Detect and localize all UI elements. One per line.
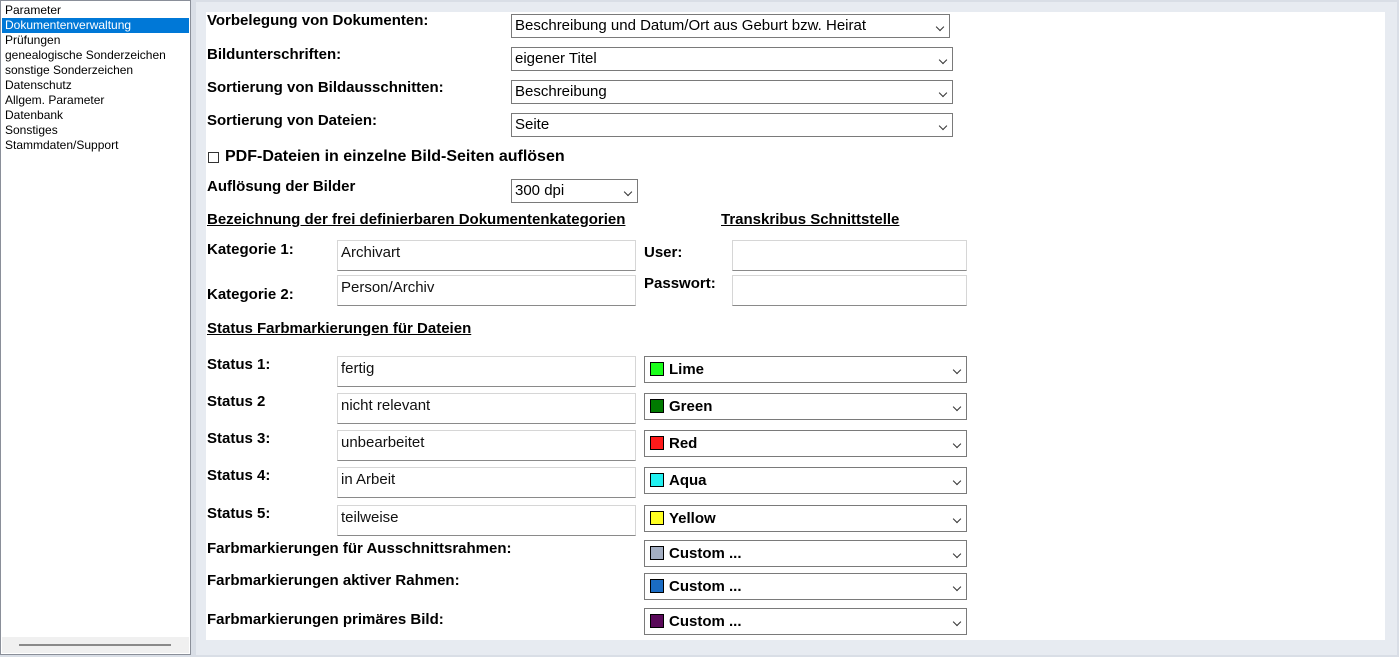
status3-input[interactable]: unbearbeitet (337, 430, 636, 461)
color-swatch (650, 546, 664, 560)
primaeres-bild-color-name: Custom ... (669, 613, 742, 630)
chevron-down-icon (952, 476, 962, 486)
user-input[interactable] (732, 240, 967, 271)
status1-input[interactable]: fertig (337, 356, 636, 387)
pdf-label: PDF-Dateien in einzelne Bild-Seiten aufl… (225, 148, 565, 165)
aktiver-rahmen-color-select[interactable]: Custom ... (644, 573, 967, 600)
sidebar-item-parameter[interactable]: Parameter (2, 3, 189, 18)
sidebar-item-dokumentenverwaltung[interactable]: Dokumentenverwaltung (2, 18, 189, 33)
status4-color-name: Aqua (669, 472, 707, 489)
status3-label: Status 3: (207, 430, 271, 447)
status2-color-select[interactable]: Green (644, 393, 967, 420)
passwort-label: Passwort: (644, 275, 716, 292)
bildunterschriften-value: eigener Titel (515, 50, 597, 67)
chevron-down-icon (938, 55, 948, 65)
status4-color-select[interactable]: Aqua (644, 467, 967, 494)
chevron-down-icon (952, 617, 962, 627)
passwort-input[interactable] (732, 275, 967, 306)
status1-color-name: Lime (669, 361, 705, 378)
color-swatch (650, 362, 664, 376)
status-heading: Status Farbmarkierungen für Dateien (207, 320, 472, 337)
kategorie2-label: Kategorie 2: (207, 286, 294, 303)
status5-label: Status 5: (207, 505, 271, 522)
color-swatch (650, 473, 664, 487)
status1-color-select[interactable]: Lime (644, 356, 967, 383)
aktiver-rahmen-color-name: Custom ... (669, 578, 742, 595)
kategorie1-label: Kategorie 1: (207, 241, 294, 258)
color-swatch (650, 579, 664, 593)
color-swatch (650, 399, 664, 413)
kategorie1-input[interactable]: Archivart (337, 240, 636, 271)
status2-input[interactable]: nicht relevant (337, 393, 636, 424)
scrollbar-thumb[interactable] (19, 644, 171, 646)
sidebar-item-sonstige-sonderzeichen[interactable]: sonstige Sonderzeichen (2, 63, 189, 78)
status5-color-name: Yellow (669, 510, 716, 527)
sort-dateien-value: Seite (515, 116, 550, 133)
sort-ausschnitte-label: Sortierung von Bildausschnitten: (207, 79, 444, 96)
status4-input[interactable]: in Arbeit (337, 467, 636, 498)
aktiver-rahmen-label: Farbmarkierungen aktiver Rahmen: (207, 572, 460, 589)
ausschnittsrahmen-label: Farbmarkierungen für Ausschnittsrahmen: (207, 540, 512, 557)
chevron-down-icon (952, 439, 962, 449)
chevron-down-icon (935, 22, 945, 32)
horizontal-scrollbar[interactable] (2, 637, 189, 653)
chevron-down-icon (623, 187, 633, 197)
ausschnittsrahmen-color-select[interactable]: Custom ... (644, 540, 967, 567)
vorbelegung-value: Beschreibung und Datum/Ort aus Geburt bz… (515, 17, 867, 34)
primaeres-bild-color-select[interactable]: Custom ... (644, 608, 967, 635)
bildunterschriften-label: Bildunterschriften: (207, 46, 342, 63)
color-swatch (650, 511, 664, 525)
color-swatch (650, 436, 664, 450)
status2-label: Status 2 (207, 393, 266, 410)
status3-color-name: Red (669, 435, 698, 452)
dokumentenverwaltung-panel: Vorbelegung von Dokumenten: Beschreibung… (206, 12, 1385, 640)
vorbelegung-label: Vorbelegung von Dokumenten: (207, 12, 429, 29)
sort-dateien-label: Sortierung von Dateien: (207, 112, 378, 129)
pdf-checkbox[interactable] (208, 152, 219, 163)
chevron-down-icon (952, 402, 962, 412)
sidebar-nav: Parameter Dokumentenverwaltung Prüfungen… (2, 3, 189, 153)
kategorie2-input[interactable]: Person/Archiv (337, 275, 636, 306)
sidebar-item-genealogische-sonderzeichen[interactable]: genealogische Sonderzeichen (2, 48, 189, 63)
status4-label: Status 4: (207, 467, 271, 484)
user-label: User: (644, 244, 683, 261)
aufloesung-value: 300 dpi (515, 182, 565, 199)
status5-input[interactable]: teilweise (337, 505, 636, 536)
status5-color-select[interactable]: Yellow (644, 505, 967, 532)
sidebar-item-stammdaten-support[interactable]: Stammdaten/Support (2, 138, 189, 153)
sort-ausschnitte-select[interactable]: Beschreibung (511, 80, 953, 104)
sort-ausschnitte-value: Beschreibung (515, 83, 607, 100)
sidebar-item-pruefungen[interactable]: Prüfungen (2, 33, 189, 48)
sidebar-item-datenschutz[interactable]: Datenschutz (2, 78, 189, 93)
options-sidebar: Parameter Dokumentenverwaltung Prüfungen… (0, 0, 191, 655)
chevron-down-icon (952, 549, 962, 559)
sidebar-item-datenbank[interactable]: Datenbank (2, 108, 189, 123)
chevron-down-icon (952, 582, 962, 592)
chevron-down-icon (952, 514, 962, 524)
kategorien-heading: Bezeichnung der frei definierbaren Dokum… (207, 211, 626, 228)
status2-color-name: Green (669, 398, 713, 415)
main-area: Vorbelegung von Dokumenten: Beschreibung… (196, 2, 1397, 655)
status3-color-select[interactable]: Red (644, 430, 967, 457)
aufloesung-select[interactable]: 300 dpi (511, 179, 638, 203)
transkribus-heading: Transkribus Schnittstelle (721, 211, 900, 228)
aufloesung-label: Auflösung der Bilder (207, 178, 356, 195)
status1-label: Status 1: (207, 356, 271, 373)
chevron-down-icon (938, 121, 948, 131)
ausschnittsrahmen-color-name: Custom ... (669, 545, 742, 562)
primaeres-bild-label: Farbmarkierungen primäres Bild: (207, 611, 444, 628)
chevron-down-icon (952, 365, 962, 375)
chevron-down-icon (938, 88, 948, 98)
sort-dateien-select[interactable]: Seite (511, 113, 953, 137)
color-swatch (650, 614, 664, 628)
bildunterschriften-select[interactable]: eigener Titel (511, 47, 953, 71)
sidebar-item-allgem-parameter[interactable]: Allgem. Parameter (2, 93, 189, 108)
sidebar-item-sonstiges[interactable]: Sonstiges (2, 123, 189, 138)
vorbelegung-select[interactable]: Beschreibung und Datum/Ort aus Geburt bz… (511, 14, 950, 38)
